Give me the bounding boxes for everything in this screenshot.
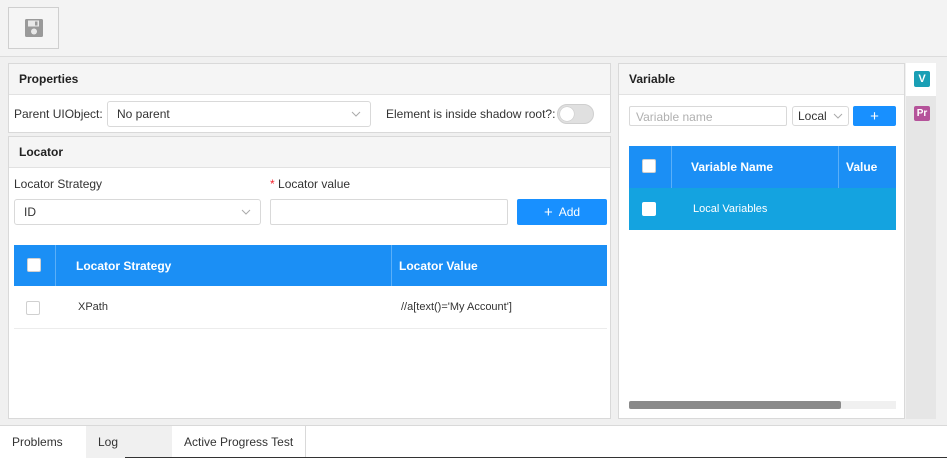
table-row[interactable]: XPath //a[text()='My Account'] [14, 286, 607, 329]
variable-name-input[interactable]: Variable name [629, 106, 787, 126]
locator-value-label-wrap: * Locator value [270, 177, 350, 191]
chevron-down-icon [351, 102, 361, 134]
variable-table-header: Variable Name Value [629, 146, 896, 188]
select-all-checkbox[interactable] [642, 159, 656, 173]
properties-panel: Properties Parent UIObject: No parent El… [8, 63, 611, 133]
floppy-disk-icon [24, 19, 43, 37]
variable-scope-select[interactable]: Local [792, 106, 849, 126]
select-all-checkbox[interactable] [27, 258, 41, 272]
save-button[interactable] [8, 7, 59, 49]
sidebar-tab-properties[interactable]: Pr [906, 103, 936, 127]
locator-strategy-select[interactable]: ID [14, 199, 261, 225]
add-label: Add [558, 205, 581, 219]
variable-icon: V [914, 71, 930, 87]
variable-panel: Variable Variable name Local + Variable … [618, 63, 905, 419]
locator-strategy-label: Locator Strategy [14, 177, 103, 191]
header-divider [391, 245, 392, 286]
add-locator-button[interactable]: + Add [517, 199, 607, 225]
right-sidebar: V Pr [906, 63, 936, 419]
toolbar [0, 0, 947, 57]
properties-title: Properties [9, 64, 610, 95]
row-checkbox[interactable] [642, 202, 656, 216]
chevron-down-icon [241, 200, 251, 232]
locator-table-header: Locator Strategy Locator Value [14, 245, 607, 286]
parent-uiobject-value: No parent [117, 107, 170, 121]
tab-problems[interactable]: Problems [0, 426, 75, 458]
variable-name-placeholder: Variable name [636, 110, 713, 124]
locator-value-label: Locator value [278, 177, 351, 191]
add-variable-button[interactable]: + [853, 106, 896, 126]
row-checkbox[interactable] [26, 301, 40, 315]
locator-strategy-value: ID [24, 205, 36, 219]
bottom-tab-bar: Problems Log Active Progress Test [0, 425, 947, 458]
table-row[interactable]: Local Variables [629, 188, 896, 230]
scrollbar-thumb[interactable] [629, 401, 841, 409]
plus-icon: + [870, 107, 879, 125]
required-mark: * [270, 177, 275, 191]
tab-active-progress-test[interactable]: Active Progress Test [172, 426, 307, 458]
header-divider [671, 146, 672, 188]
locator-panel: Locator Locator Strategy * Locator value… [8, 136, 611, 419]
row-variable-name: Local Variables [693, 203, 768, 215]
header-divider [55, 245, 56, 286]
chevron-down-icon [833, 107, 843, 130]
properties-icon: Pr [914, 106, 930, 121]
tab-log[interactable]: Log [86, 426, 172, 458]
header-locator-strategy: Locator Strategy [76, 259, 172, 273]
variable-scope-value: Local [798, 109, 827, 123]
parent-uiobject-select[interactable]: No parent [107, 101, 371, 127]
plus-icon: + [543, 203, 553, 221]
header-value: Value [846, 160, 878, 174]
header-locator-value: Locator Value [399, 259, 478, 273]
row-strategy: XPath [78, 301, 108, 313]
shadow-root-toggle[interactable] [557, 104, 594, 124]
variable-title: Variable [619, 64, 904, 95]
header-variable-name: Variable Name [691, 160, 774, 174]
sidebar-tab-variable[interactable]: V [906, 63, 936, 96]
row-value: //a[text()='My Account'] [401, 301, 512, 313]
shadow-root-label: Element is inside shadow root?: [386, 107, 556, 121]
toggle-knob [560, 107, 574, 121]
header-divider [838, 146, 839, 188]
parent-uiobject-label: Parent UIObject: [14, 107, 103, 121]
horizontal-scrollbar[interactable] [629, 401, 896, 409]
locator-value-input[interactable] [270, 199, 508, 225]
locator-title: Locator [9, 137, 610, 168]
